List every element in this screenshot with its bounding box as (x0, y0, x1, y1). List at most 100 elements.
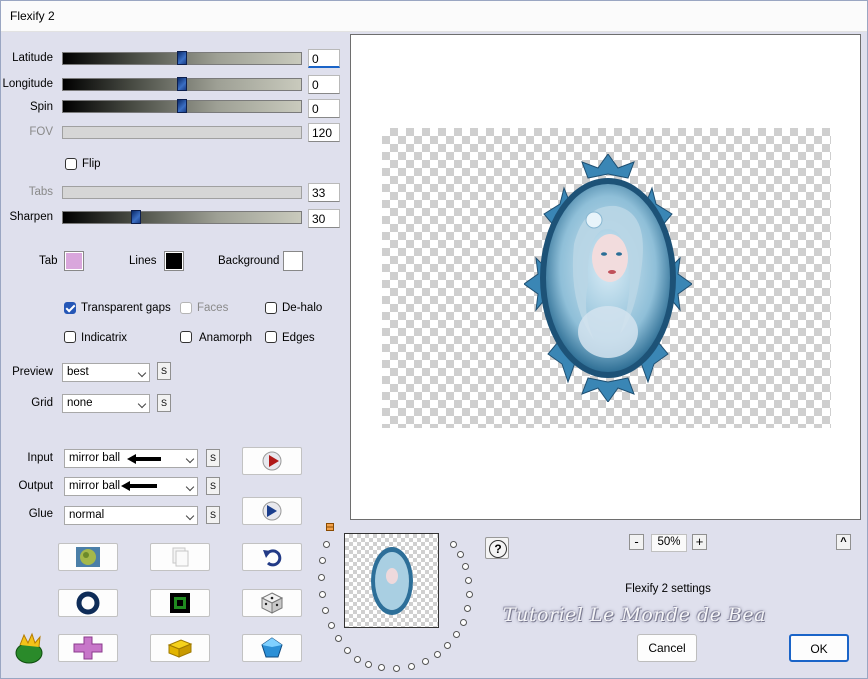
cross-shape-button[interactable] (58, 634, 118, 662)
fov-input[interactable]: 120 (308, 123, 340, 142)
sharpen-thumb[interactable] (131, 210, 141, 224)
settings-label: Flexify 2 settings (625, 583, 711, 595)
undo-button[interactable] (242, 543, 302, 571)
navigator-dot[interactable] (466, 591, 473, 598)
sharpen-input[interactable]: 30 (308, 209, 340, 228)
input-select-value: mirror ball (69, 452, 121, 464)
ok-button[interactable]: OK (789, 634, 849, 662)
navigator-dot[interactable] (393, 665, 400, 672)
edges-checkbox[interactable] (265, 331, 277, 343)
glue-s-button[interactable]: S (206, 506, 220, 524)
navigator-dot[interactable] (462, 563, 469, 570)
grid-select[interactable]: none (62, 394, 150, 413)
ring-shape-button[interactable] (58, 589, 118, 617)
anamorph-checkbox[interactable] (180, 331, 192, 343)
navigator-dot[interactable] (444, 642, 451, 649)
latitude-input[interactable]: 0 (308, 49, 340, 68)
output-s-button[interactable]: S (206, 477, 220, 495)
background-color-swatch[interactable] (283, 251, 303, 271)
latitude-label: Latitude (12, 52, 53, 64)
play-button[interactable] (242, 447, 302, 475)
edges-label: Edges (282, 332, 315, 344)
sharpen-label: Sharpen (9, 211, 53, 223)
thumbnail-frame-image (371, 547, 413, 615)
tabs-input[interactable]: 33 (308, 183, 340, 202)
zoom-out-button[interactable]: - (629, 534, 644, 550)
input-s-button[interactable]: S (206, 449, 220, 467)
preview-label: Preview (12, 366, 53, 378)
latitude-slider[interactable] (62, 51, 302, 65)
preview-canvas[interactable] (350, 34, 861, 520)
navigator-dot[interactable] (354, 656, 361, 663)
dice-icon (260, 592, 284, 614)
navigator-thumbnail[interactable] (344, 533, 439, 628)
navigator-dot[interactable] (422, 658, 429, 665)
tab-color-swatch[interactable] (64, 251, 84, 271)
navigator-dot[interactable] (457, 551, 464, 558)
fov-slider (62, 126, 302, 139)
brick-shape-button[interactable] (150, 634, 210, 662)
copy-button[interactable] (150, 543, 210, 571)
render-button[interactable] (242, 497, 302, 525)
flip-checkbox[interactable] (65, 158, 77, 170)
longitude-slider[interactable] (62, 77, 302, 91)
longitude-input[interactable]: 0 (308, 75, 340, 94)
navigator-dot[interactable] (450, 541, 457, 548)
navigator-dot[interactable] (408, 663, 415, 670)
gem-icon (261, 637, 283, 658)
navigator-dot[interactable] (344, 647, 351, 654)
preview-s-button[interactable]: S (157, 362, 171, 380)
copy-icon (172, 547, 189, 567)
window-title: Flexify 2 (10, 9, 55, 23)
zoom-value[interactable]: 50% (651, 534, 687, 552)
navigator-dot[interactable] (465, 577, 472, 584)
flip-label: Flip (82, 158, 101, 170)
navigator-dot[interactable] (319, 591, 326, 598)
transparent-gaps-checkbox[interactable] (64, 302, 76, 314)
cancel-button[interactable]: Cancel (637, 634, 697, 662)
gem-shape-button[interactable] (242, 634, 302, 662)
navigator-dot[interactable] (323, 541, 330, 548)
de-halo-checkbox[interactable] (265, 302, 277, 314)
undo-icon (263, 549, 282, 567)
grid-s-button[interactable]: S (157, 394, 171, 412)
indicatrix-checkbox[interactable] (64, 331, 76, 343)
frame-shape-button[interactable] (150, 589, 210, 617)
preset-picture-button[interactable] (58, 543, 118, 571)
transparent-gaps-label: Transparent gaps (81, 302, 171, 314)
chevron-down-icon (137, 368, 147, 378)
spin-thumb[interactable] (177, 99, 187, 113)
output-select[interactable]: mirror ball (64, 477, 198, 496)
indicatrix-label: Indicatrix (81, 332, 128, 344)
navigator-dot[interactable] (464, 605, 471, 612)
navigator-dot[interactable] (365, 661, 372, 668)
latitude-thumb[interactable] (177, 51, 187, 65)
help-icon: ? (489, 540, 507, 558)
navigator-dot[interactable] (319, 557, 326, 564)
spin-slider[interactable] (62, 99, 302, 113)
navigator-dot[interactable] (453, 631, 460, 638)
navigator-dot[interactable] (335, 635, 342, 642)
navigator-dot[interactable] (460, 619, 467, 626)
title-bar: Flexify 2 (1, 1, 867, 32)
navigator-dot[interactable] (322, 607, 329, 614)
navigator-dot[interactable] (378, 664, 385, 671)
input-select[interactable]: mirror ball (64, 449, 198, 468)
lines-color-swatch[interactable] (164, 251, 184, 271)
chevron-down-icon (137, 399, 147, 409)
navigator-dot[interactable] (318, 574, 325, 581)
tabs-slider (62, 186, 302, 199)
random-button[interactable] (242, 589, 302, 617)
zoom-in-button[interactable]: + (692, 534, 707, 550)
spin-input[interactable]: 0 (308, 99, 340, 118)
navigator-dot[interactable] (434, 651, 441, 658)
collapse-button[interactable]: ^ (836, 534, 851, 550)
glue-select[interactable]: normal (64, 506, 198, 525)
sharpen-slider[interactable] (62, 210, 302, 224)
preview-select[interactable]: best (62, 363, 150, 382)
longitude-thumb[interactable] (177, 77, 187, 91)
tab-color-label: Tab (39, 255, 58, 267)
navigator-dot[interactable] (328, 622, 335, 629)
preview-select-value: best (67, 366, 89, 378)
help-button[interactable]: ? (485, 537, 509, 559)
